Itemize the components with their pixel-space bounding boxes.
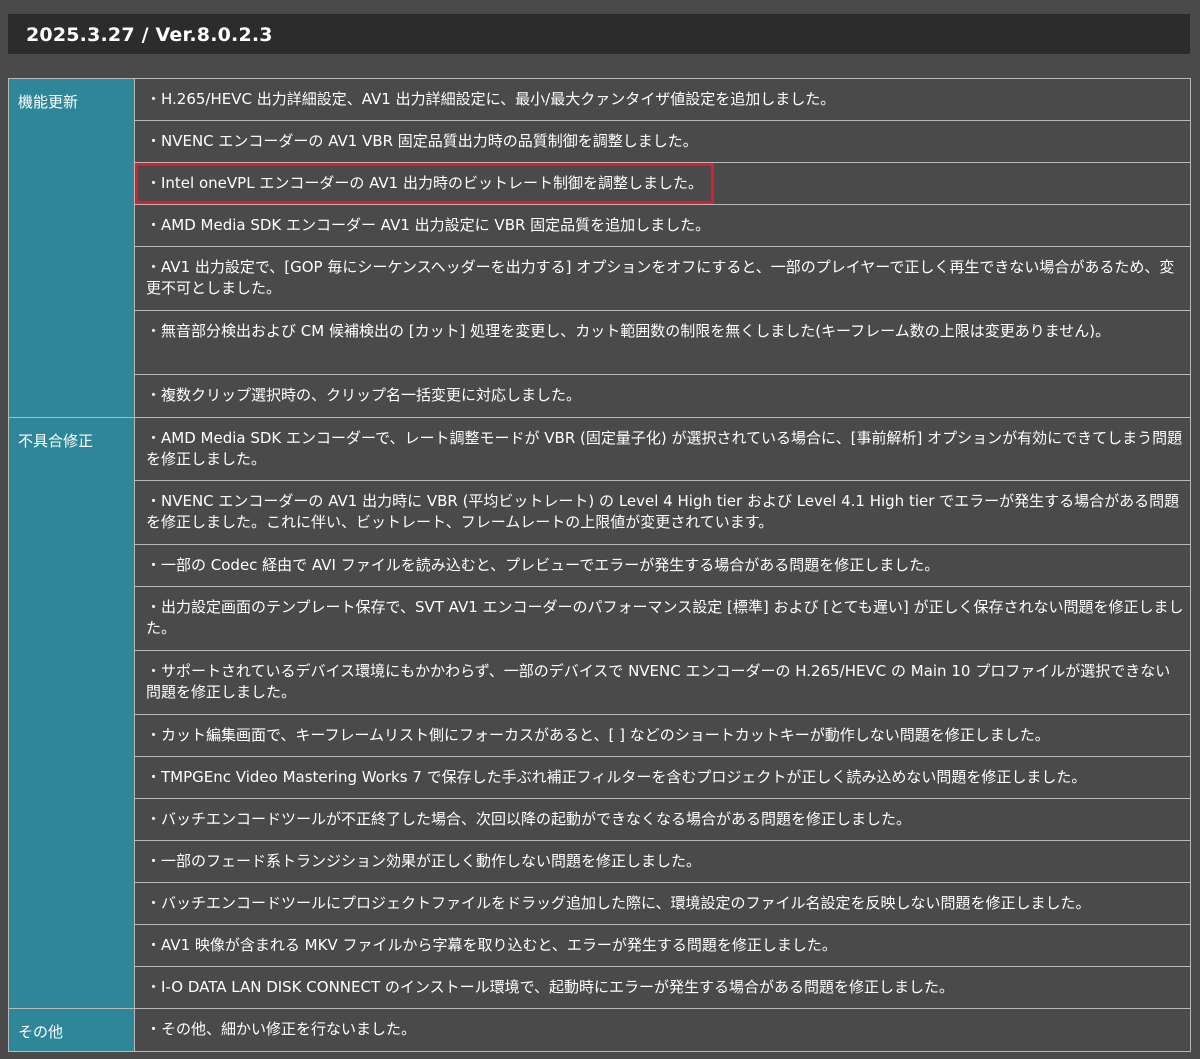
table-row: ・AV1 出力設定で、[GOP 毎にシーケンスヘッダーを出力する] オプションを… — [9, 246, 1191, 311]
table-row: ・バッチエンコードツールにプロジェクトファイルをドラッグ追加した際に、環境設定の… — [9, 882, 1191, 925]
list-item: ・AV1 出力設定で、[GOP 毎にシーケンスヘッダーを出力する] オプションを… — [134, 246, 1191, 311]
table-row: ・Intel oneVPL エンコーダーの AV1 出力時のビットレート制御を調… — [9, 162, 1191, 205]
table-row: ・TMPGEnc Video Mastering Works 7 で保存した手ぶ… — [9, 756, 1191, 799]
list-item: ・カット編集画面で、キーフレームリスト側にフォーカスがあると、[ ] などのショ… — [134, 714, 1191, 757]
list-item: ・H.265/HEVC 出力詳細設定、AV1 出力詳細設定に、最小/最大クァンタ… — [134, 78, 1191, 121]
table-row: ・一部のフェード系トランジション効果が正しく動作しない問題を修正しました。 — [9, 840, 1191, 883]
table-row: ・NVENC エンコーダーの AV1 出力時に VBR (平均ビットレート) の… — [9, 480, 1191, 545]
list-item: ・バッチエンコードツールにプロジェクトファイルをドラッグ追加した際に、環境設定の… — [134, 882, 1191, 925]
list-item: ・無音部分検出および CM 候補検出の [カット] 処理を変更し、カット範囲数の… — [134, 310, 1191, 375]
list-item: ・I-O DATA LAN DISK CONNECT のインストール環境で、起動… — [134, 966, 1191, 1009]
table-row: 不具合修正 ・AMD Media SDK エンコーダーで、レート調整モードが V… — [8, 417, 1191, 1009]
list-item: ・一部のフェード系トランジション効果が正しく動作しない問題を修正しました。 — [134, 840, 1191, 883]
table-row: 機能更新 ・H.265/HEVC 出力詳細設定、AV1 出力詳細設定に、最小/最… — [8, 78, 1191, 418]
list-item: ・TMPGEnc Video Mastering Works 7 で保存した手ぶ… — [134, 756, 1191, 799]
list-item: ・AV1 映像が含まれる MKV ファイルから字幕を取り込むと、エラーが発生する… — [134, 924, 1191, 967]
list-item: ・その他、細かい修正を行ないました。 — [134, 1008, 1191, 1052]
table-row: ・複数クリップ選択時の、クリップ名一括変更に対応しました。 — [9, 374, 1191, 418]
table-row: ・バッチエンコードツールが不正終了した場合、次回以降の起動ができなくなる場合があ… — [9, 798, 1191, 841]
list-item-highlighted: ・Intel oneVPL エンコーダーの AV1 出力時のビットレート制御を調… — [134, 162, 1191, 205]
table-row: ・AV1 映像が含まれる MKV ファイルから字幕を取り込むと、エラーが発生する… — [9, 924, 1191, 967]
table-row: ・NVENC エンコーダーの AV1 VBR 固定品質出力時の品質制御を調整しま… — [9, 120, 1191, 163]
table-row: その他 ・その他、細かい修正を行ないました。 — [8, 1008, 1191, 1052]
list-item: ・出力設定画面のテンプレート保存で、SVT AV1 エンコーダーのパフォーマンス… — [134, 586, 1191, 651]
list-item: ・AMD Media SDK エンコーダー AV1 出力設定に VBR 固定品質… — [134, 204, 1191, 247]
version-title: 2025.3.27 / Ver.8.0.2.3 — [26, 24, 273, 46]
release-notes-table: 機能更新 ・H.265/HEVC 出力詳細設定、AV1 出力詳細設定に、最小/最… — [8, 78, 1191, 1052]
category-cell-bug-fix: 不具合修正 — [8, 417, 135, 1009]
table-row: ・無音部分検出および CM 候補検出の [カット] 処理を変更し、カット範囲数の… — [9, 310, 1191, 375]
list-item: ・AMD Media SDK エンコーダーで、レート調整モードが VBR (固定… — [134, 417, 1191, 481]
version-header-bar: 2025.3.27 / Ver.8.0.2.3 — [8, 14, 1190, 54]
table-row: ・出力設定画面のテンプレート保存で、SVT AV1 エンコーダーのパフォーマンス… — [9, 586, 1191, 651]
category-cell-other: その他 — [8, 1008, 135, 1052]
list-item: ・複数クリップ選択時の、クリップ名一括変更に対応しました。 — [134, 374, 1191, 418]
list-item: ・一部の Codec 経由で AVI ファイルを読み込むと、プレビューでエラーが… — [134, 544, 1191, 587]
table-row: ・カット編集画面で、キーフレームリスト側にフォーカスがあると、[ ] などのショ… — [9, 714, 1191, 757]
table-row: ・一部の Codec 経由で AVI ファイルを読み込むと、プレビューでエラーが… — [9, 544, 1191, 587]
list-item: ・NVENC エンコーダーの AV1 VBR 固定品質出力時の品質制御を調整しま… — [134, 120, 1191, 163]
table-row: ・I-O DATA LAN DISK CONNECT のインストール環境で、起動… — [9, 966, 1191, 1009]
list-item: ・バッチエンコードツールが不正終了した場合、次回以降の起動ができなくなる場合があ… — [134, 798, 1191, 841]
highlight-box: ・Intel oneVPL エンコーダーの AV1 出力時のビットレート制御を調… — [135, 163, 714, 204]
table-row: ・サポートされているデバイス環境にもかかわらず、一部のデバイスで NVENC エ… — [9, 650, 1191, 715]
list-item: ・サポートされているデバイス環境にもかかわらず、一部のデバイスで NVENC エ… — [134, 650, 1191, 715]
table-row: ・AMD Media SDK エンコーダー AV1 出力設定に VBR 固定品質… — [9, 204, 1191, 247]
category-cell-feature-update: 機能更新 — [8, 78, 135, 418]
list-item: ・NVENC エンコーダーの AV1 出力時に VBR (平均ビットレート) の… — [134, 480, 1191, 545]
